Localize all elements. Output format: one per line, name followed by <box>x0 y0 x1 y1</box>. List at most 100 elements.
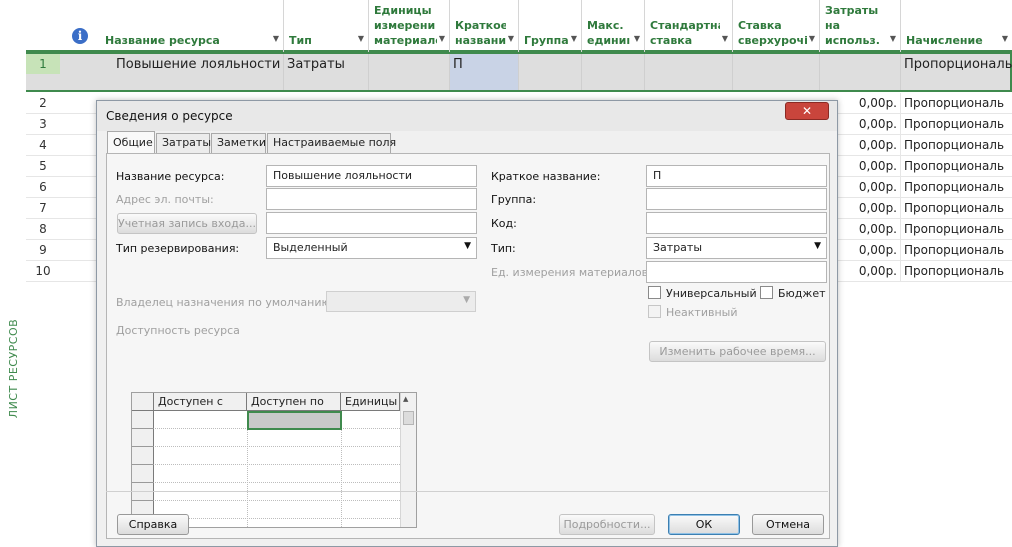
cell-accrual[interactable]: Пропорциональ <box>901 156 1012 177</box>
cell-accrual[interactable]: Пропорциональ <box>901 177 1012 198</box>
row-number[interactable]: 2 <box>26 93 60 114</box>
availability-row[interactable] <box>132 447 400 465</box>
availability-row-header[interactable] <box>132 483 154 501</box>
row-number[interactable]: 7 <box>26 198 60 219</box>
cell-resource-name[interactable]: Повышение лояльности <box>100 54 284 90</box>
availability-row-header[interactable] <box>132 411 154 429</box>
filter-arrow-icon[interactable]: ▼ <box>1002 31 1008 46</box>
cell-max-units[interactable] <box>582 54 645 90</box>
cell-material-units[interactable] <box>369 54 450 90</box>
cancel-button[interactable]: Отмена <box>752 514 824 535</box>
table-row-selected[interactable]: 1 Повышение лояльности Затраты П Пропорц… <box>26 52 1012 92</box>
col-header-resource-name[interactable]: Название ресурса ▼ <box>100 0 284 52</box>
tab-notes[interactable]: Заметки <box>211 133 266 153</box>
cell-accrual[interactable]: Пропорциональ <box>901 135 1012 156</box>
availability-row[interactable] <box>132 483 400 501</box>
col-header-cost-per-use[interactable]: Затраты на использ. ▼ <box>820 0 901 52</box>
email-input[interactable] <box>266 188 477 210</box>
availability-scrollbar[interactable]: ▲ <box>400 393 416 527</box>
filter-arrow-icon[interactable]: ▼ <box>890 31 896 46</box>
col-header-short-name[interactable]: Краткое названи ▼ <box>450 0 519 52</box>
help-button[interactable]: Справка <box>117 514 189 535</box>
col-header-accrual[interactable]: Начисление ▼ <box>901 0 1012 52</box>
booking-type-select[interactable]: Выделенный ▼ <box>266 237 477 259</box>
budget-checkbox[interactable]: Бюджет <box>760 286 826 300</box>
dropdown-arrow-icon[interactable]: ▼ <box>464 241 471 251</box>
cell-accrual[interactable]: Пропорциональ <box>901 93 1012 114</box>
col-header-group[interactable]: Группа ▼ <box>519 0 582 52</box>
filter-arrow-icon[interactable]: ▼ <box>439 31 445 46</box>
col-header-max-units[interactable]: Макс. единиı ▼ <box>582 0 645 52</box>
cell-std-rate[interactable] <box>645 54 733 90</box>
default-owner-select[interactable]: ▼ <box>326 291 476 312</box>
code-input[interactable] <box>646 212 827 234</box>
filter-arrow-icon[interactable]: ▼ <box>571 31 577 46</box>
scroll-up-icon[interactable]: ▲ <box>403 395 408 403</box>
scroll-thumb[interactable] <box>403 411 414 425</box>
row-number[interactable]: 6 <box>26 177 60 198</box>
inactive-checkbox[interactable]: Неактивный <box>648 305 738 319</box>
cell-type[interactable]: Затраты <box>284 54 369 90</box>
cell-accrual[interactable]: Пропорциональ <box>901 261 1012 282</box>
row-number[interactable]: 9 <box>26 240 60 261</box>
tab-general[interactable]: Общие <box>107 131 155 153</box>
availability-grid[interactable]: Доступен с Доступен по Единицы ▲ <box>131 392 417 528</box>
cell-overtime-rate[interactable] <box>733 54 820 90</box>
row-number[interactable]: 10 <box>26 261 60 282</box>
short-name-input[interactable]: П <box>646 165 827 187</box>
availability-row-header[interactable] <box>132 429 154 447</box>
row-number[interactable]: 8 <box>26 219 60 240</box>
group-input[interactable] <box>646 188 827 210</box>
dropdown-arrow-icon[interactable]: ▼ <box>814 241 821 251</box>
avail-selected-cell[interactable] <box>247 411 342 430</box>
default-owner-label: Владелец назначения по умолчанию: <box>116 296 335 309</box>
availability-row-header[interactable] <box>132 465 154 483</box>
material-units-input[interactable] <box>646 261 827 283</box>
col-header-material-units[interactable]: Единицы измерени материалс ▼ <box>369 0 450 52</box>
details-button[interactable]: Подробности... <box>559 514 655 535</box>
dialog-divider <box>106 491 828 492</box>
type-select[interactable]: Затраты ▼ <box>646 237 827 259</box>
booking-type-label: Тип резервирования: <box>116 242 240 255</box>
group-label: Группа: <box>491 193 537 206</box>
close-icon[interactable]: ✕ <box>785 102 829 120</box>
col-header-type[interactable]: Тип ▼ <box>284 0 369 52</box>
filter-arrow-icon[interactable]: ▼ <box>508 31 514 46</box>
dropdown-arrow-icon[interactable]: ▼ <box>463 295 470 305</box>
cell-accrual[interactable]: Пропорциональ <box>901 240 1012 261</box>
short-name-label: Краткое название: <box>491 170 601 183</box>
cell-group[interactable] <box>519 54 582 90</box>
filter-arrow-icon[interactable]: ▼ <box>809 31 815 46</box>
tab-custom-fields[interactable]: Настраиваемые поля <box>267 133 396 153</box>
row-number[interactable]: 1 <box>26 54 60 74</box>
row-number[interactable]: 5 <box>26 156 60 177</box>
change-working-time-button[interactable]: Изменить рабочее время... <box>649 341 826 362</box>
filter-arrow-icon[interactable]: ▼ <box>634 31 640 46</box>
filter-arrow-icon[interactable]: ▼ <box>722 31 728 46</box>
checkbox-box[interactable] <box>760 286 773 299</box>
row-number[interactable]: 3 <box>26 114 60 135</box>
filter-arrow-icon[interactable]: ▼ <box>273 31 279 46</box>
general-tab-panel: Название ресурса: Повышение лояльности А… <box>106 153 830 539</box>
cell-accrual[interactable]: Пропорциональ <box>901 114 1012 135</box>
availability-row-header[interactable] <box>132 447 154 465</box>
ok-button[interactable]: ОК <box>668 514 740 535</box>
col-header-overtime-rate[interactable]: Ставка сверхурочі ▼ <box>733 0 820 52</box>
cell-accrual[interactable]: Пропорциональ <box>901 54 1012 90</box>
availability-row[interactable] <box>132 465 400 483</box>
filter-arrow-icon[interactable]: ▼ <box>358 31 364 46</box>
availability-row[interactable] <box>132 429 400 447</box>
cell-short-name[interactable]: П <box>450 54 519 90</box>
resource-name-input[interactable]: Повышение лояльности <box>266 165 477 187</box>
checkbox-box[interactable] <box>648 286 661 299</box>
cell-cost-per-use[interactable] <box>820 54 901 90</box>
cell-accrual[interactable]: Пропорциональ <box>901 198 1012 219</box>
account-input[interactable] <box>266 212 477 234</box>
cell-accrual[interactable]: Пропорциональ <box>901 219 1012 240</box>
row-number[interactable]: 4 <box>26 135 60 156</box>
col-header-std-rate[interactable]: Стандартна ставка ▼ <box>645 0 733 52</box>
generic-checkbox[interactable]: Универсальный <box>648 286 757 300</box>
checkbox-box[interactable] <box>648 305 661 318</box>
account-button[interactable]: Учетная запись входа... <box>117 213 257 234</box>
tab-costs[interactable]: Затраты <box>156 133 211 153</box>
